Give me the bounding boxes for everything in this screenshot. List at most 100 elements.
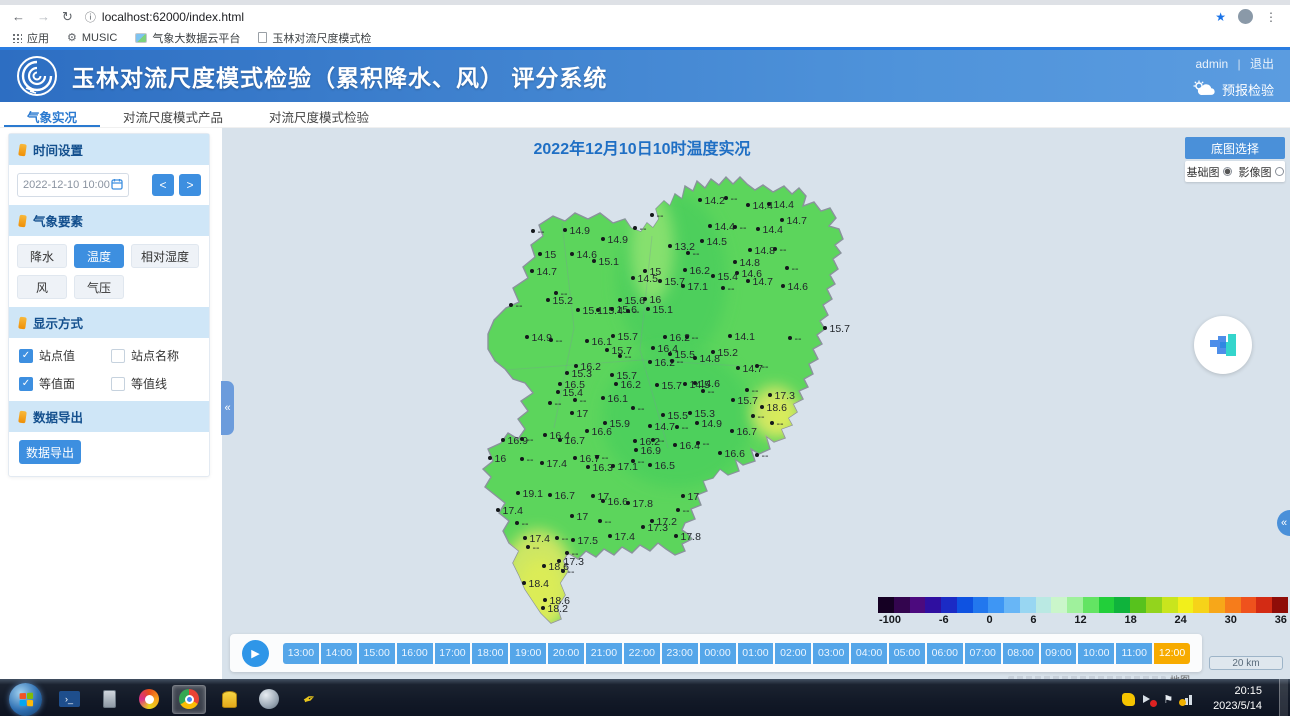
time-button-12:00[interactable]: 12:00 <box>1154 643 1190 664</box>
station-dot[interactable] <box>683 268 687 272</box>
station-dot[interactable] <box>711 350 715 354</box>
time-button-09:00[interactable]: 09:00 <box>1041 643 1077 664</box>
tray-input-method-icon[interactable] <box>1122 693 1135 706</box>
station-dot[interactable] <box>728 334 732 338</box>
station-dot[interactable] <box>730 429 734 433</box>
station-dot[interactable] <box>596 308 600 312</box>
station-dot[interactable] <box>788 336 792 340</box>
next-time-button[interactable]: > <box>179 174 201 196</box>
time-button-01:00[interactable]: 01:00 <box>738 643 774 664</box>
station-dot[interactable] <box>760 405 764 409</box>
station-dot[interactable] <box>670 359 674 363</box>
station-dot[interactable] <box>546 298 550 302</box>
time-button-07:00[interactable]: 07:00 <box>965 643 1001 664</box>
time-button-15:00[interactable]: 15:00 <box>359 643 395 664</box>
basemap-select-button[interactable]: 底图选择 <box>1185 137 1285 159</box>
station-dot[interactable] <box>643 297 647 301</box>
station-dot[interactable] <box>538 252 542 256</box>
station-dot[interactable] <box>755 453 759 457</box>
station-dot[interactable] <box>746 203 750 207</box>
station-dot[interactable] <box>701 389 705 393</box>
station-dot[interactable] <box>565 551 569 555</box>
panel-collapse-handle[interactable]: « <box>221 381 234 435</box>
address-bar[interactable]: ⓘ localhost:62000/index.html <box>85 9 244 25</box>
station-dot[interactable] <box>611 464 615 468</box>
station-dot[interactable] <box>746 279 750 283</box>
station-dot[interactable] <box>755 364 759 368</box>
time-button-05:00[interactable]: 05:00 <box>889 643 925 664</box>
station-dot[interactable] <box>520 457 524 461</box>
start-button[interactable] <box>9 683 42 716</box>
station-dot[interactable] <box>646 307 650 311</box>
station-dot[interactable] <box>585 429 589 433</box>
station-dot[interactable] <box>586 465 590 469</box>
station-dot[interactable] <box>674 534 678 538</box>
display-option-等值面[interactable]: ✓等值面 <box>19 375 107 392</box>
station-dot[interactable] <box>558 382 562 386</box>
station-dot[interactable] <box>731 398 735 402</box>
time-button-20:00[interactable]: 20:00 <box>548 643 584 664</box>
checkbox-checked-icon[interactable]: ✓ <box>19 349 33 363</box>
taskbar-powershell-icon[interactable]: ›_ <box>52 685 86 714</box>
tray-network-icon[interactable] <box>1181 693 1196 705</box>
station-dot[interactable] <box>641 525 645 529</box>
site-info-icon[interactable]: ⓘ <box>85 9 96 25</box>
station-dot[interactable] <box>610 373 614 377</box>
station-dot[interactable] <box>773 247 777 251</box>
time-button-03:00[interactable]: 03:00 <box>813 643 849 664</box>
element-button-气压[interactable]: 气压 <box>74 275 124 299</box>
play-button[interactable]: ▶ <box>242 640 269 667</box>
station-dot[interactable] <box>603 421 607 425</box>
time-button-22:00[interactable]: 22:00 <box>624 643 660 664</box>
station-dot[interactable] <box>543 598 547 602</box>
tray-volume-muted-icon[interactable] <box>1143 693 1155 705</box>
station-dot[interactable] <box>618 354 622 358</box>
station-dot[interactable] <box>516 491 520 495</box>
back-icon[interactable]: ← <box>12 10 25 23</box>
station-dot[interactable] <box>631 276 635 280</box>
station-dot[interactable] <box>780 218 784 222</box>
calendar-icon[interactable] <box>111 178 123 193</box>
bookmark-item[interactable]: 应用 <box>12 30 49 46</box>
time-button-08:00[interactable]: 08:00 <box>1003 643 1039 664</box>
station-dot[interactable] <box>509 303 513 307</box>
station-dot[interactable] <box>522 581 526 585</box>
basemap-option-基础图[interactable]: 基础图 <box>1187 164 1232 180</box>
station-dot[interactable] <box>570 252 574 256</box>
station-dot[interactable] <box>548 401 552 405</box>
station-dot[interactable] <box>648 360 652 364</box>
station-dot[interactable] <box>626 309 630 313</box>
station-dot[interactable] <box>724 196 728 200</box>
station-dot[interactable] <box>745 388 749 392</box>
taskbar-browser-swirl-icon[interactable] <box>132 685 166 714</box>
station-dot[interactable] <box>633 439 637 443</box>
profile-avatar[interactable] <box>1238 9 1253 24</box>
station-dot[interactable] <box>548 493 552 497</box>
station-dot[interactable] <box>526 545 530 549</box>
station-dot[interactable] <box>576 308 580 312</box>
station-dot[interactable] <box>823 326 827 330</box>
station-dot[interactable] <box>695 421 699 425</box>
bookmark-item[interactable]: 气象大数据云平台 <box>135 30 240 46</box>
time-button-04:00[interactable]: 04:00 <box>851 643 887 664</box>
tab-气象实况[interactable]: 气象实况 <box>4 102 100 127</box>
time-button-13:00[interactable]: 13:00 <box>283 643 319 664</box>
station-dot[interactable] <box>675 425 679 429</box>
time-button-17:00[interactable]: 17:00 <box>435 643 471 664</box>
station-dot[interactable] <box>661 413 665 417</box>
station-dot[interactable] <box>542 564 546 568</box>
station-dot[interactable] <box>558 438 562 442</box>
station-dot[interactable] <box>561 569 565 573</box>
station-dot[interactable] <box>693 356 697 360</box>
station-dot[interactable] <box>768 393 772 397</box>
station-dot[interactable] <box>655 383 659 387</box>
station-dot[interactable] <box>751 414 755 418</box>
station-dot[interactable] <box>733 260 737 264</box>
prev-time-button[interactable]: < <box>152 174 174 196</box>
station-dot[interactable] <box>696 441 700 445</box>
station-dot[interactable] <box>565 371 569 375</box>
station-dot[interactable] <box>685 335 689 339</box>
url-text[interactable]: localhost:62000/index.html <box>102 10 244 24</box>
station-dot[interactable] <box>523 536 527 540</box>
station-dot[interactable] <box>618 298 622 302</box>
